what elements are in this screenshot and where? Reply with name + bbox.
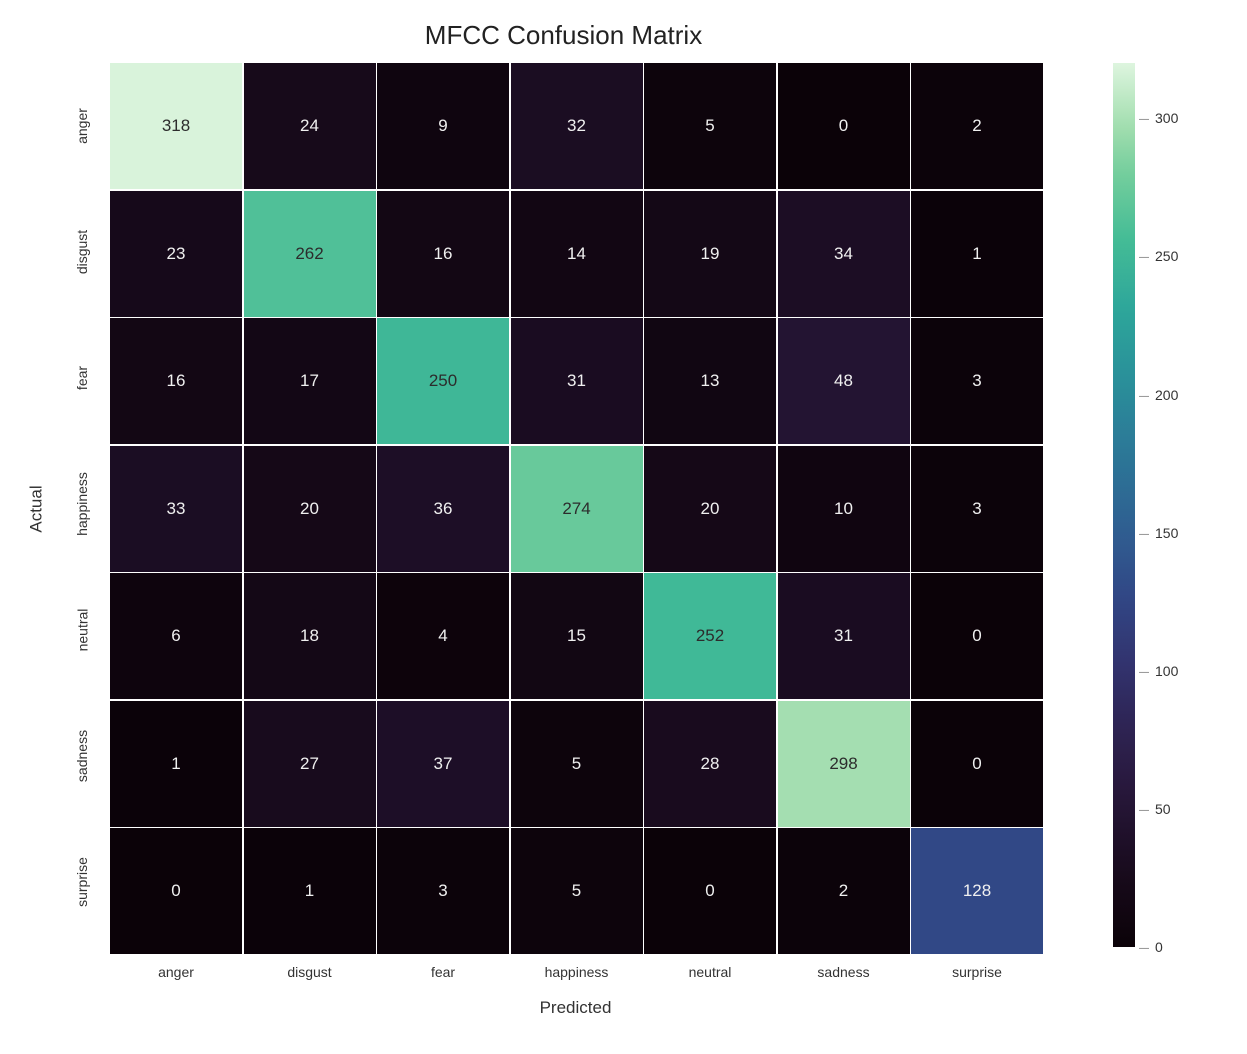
- heatmap-cell: 34: [778, 191, 910, 317]
- heatmap-cell: 5: [511, 828, 643, 954]
- heatmap-cell: 18: [244, 573, 376, 699]
- heatmap-cell: 1: [911, 191, 1043, 317]
- heatmap-cell: 0: [911, 701, 1043, 827]
- colorbar-tick: 0: [1139, 939, 1163, 955]
- heatmap-cell: 1: [110, 701, 242, 827]
- heatmap-cell: 31: [511, 318, 643, 444]
- heatmap-cell: 9: [377, 63, 509, 189]
- heatmap-cell: 274: [511, 446, 643, 572]
- heatmap-cell: 48: [778, 318, 910, 444]
- heatmap-cell: 0: [644, 828, 776, 954]
- heatmap-cell: 298: [778, 701, 910, 827]
- heatmap-cell: 0: [778, 63, 910, 189]
- confusion-matrix-chart: MFCC Confusion Matrix Actual angerdisgus…: [20, 20, 1227, 1018]
- heatmap-cell: 20: [244, 446, 376, 572]
- heatmap-cell: 3: [911, 446, 1043, 572]
- x-axis-label: Predicted: [110, 998, 1041, 1018]
- heatmap-cell: 1: [244, 828, 376, 954]
- colorbar-ticks: 050100150200250300: [1135, 63, 1205, 947]
- heatmap-grid: 3182493250223262161419341161725031134833…: [110, 63, 1043, 954]
- heatmap-cell: 2: [911, 63, 1043, 189]
- y-tick: happiness: [54, 441, 110, 567]
- x-tick: neutral: [644, 954, 776, 980]
- x-tick: fear: [377, 954, 509, 980]
- heatmap-cell: 17: [244, 318, 376, 444]
- x-tick-labels: angerdisgustfearhappinessneutralsadnesss…: [110, 954, 1227, 980]
- heatmap-cell: 32: [511, 63, 643, 189]
- heatmap-cell: 5: [511, 701, 643, 827]
- colorbar-tick: 100: [1139, 663, 1178, 679]
- heatmap-cell: 37: [377, 701, 509, 827]
- colorbar-gradient: [1113, 63, 1135, 947]
- heatmap-cell: 20: [644, 446, 776, 572]
- heatmap-cell: 15: [511, 573, 643, 699]
- heatmap-cell: 24: [244, 63, 376, 189]
- heatmap-cell: 2: [778, 828, 910, 954]
- heatmap-cell: 6: [110, 573, 242, 699]
- heatmap-cell: 27: [244, 701, 376, 827]
- heatmap-cell: 252: [644, 573, 776, 699]
- x-tick: surprise: [911, 954, 1043, 980]
- x-tick: disgust: [244, 954, 376, 980]
- colorbar-tick: 200: [1139, 387, 1178, 403]
- plot-area: Actual angerdisgustfearhappinessneutrals…: [20, 63, 1227, 954]
- heatmap-cell: 16: [377, 191, 509, 317]
- heatmap-cell: 36: [377, 446, 509, 572]
- heatmap-cell: 128: [911, 828, 1043, 954]
- heatmap-cell: 318: [110, 63, 242, 189]
- heatmap-cell: 3: [911, 318, 1043, 444]
- colorbar-tick: 300: [1139, 110, 1178, 126]
- y-tick: fear: [54, 315, 110, 441]
- heatmap-cell: 31: [778, 573, 910, 699]
- heatmap-cell: 0: [110, 828, 242, 954]
- heatmap-cell: 13: [644, 318, 776, 444]
- heatmap-cell: 19: [644, 191, 776, 317]
- y-tick: sadness: [54, 693, 110, 819]
- heatmap-cell: 3: [377, 828, 509, 954]
- colorbar-tick: 50: [1139, 801, 1171, 817]
- y-tick: anger: [54, 63, 110, 189]
- heatmap-cell: 5: [644, 63, 776, 189]
- x-tick: anger: [110, 954, 242, 980]
- heatmap-cell: 33: [110, 446, 242, 572]
- x-tick: sadness: [778, 954, 910, 980]
- heatmap-cell: 250: [377, 318, 509, 444]
- y-axis-label-wrap: Actual: [20, 63, 54, 954]
- colorbar-tick: 250: [1139, 248, 1178, 264]
- x-tick: happiness: [511, 954, 643, 980]
- colorbar-tick: 150: [1139, 525, 1178, 541]
- y-axis-label: Actual: [27, 485, 47, 532]
- heatmap-cell: 0: [911, 573, 1043, 699]
- y-tick: disgust: [54, 189, 110, 315]
- y-tick-labels: angerdisgustfearhappinessneutralsadnesss…: [54, 63, 110, 954]
- y-tick: neutral: [54, 567, 110, 693]
- heatmap-cell: 4: [377, 573, 509, 699]
- heatmap-cell: 14: [511, 191, 643, 317]
- colorbar: 0 50 100 150 200 250 300: [1093, 63, 1205, 954]
- heatmap-cell: 10: [778, 446, 910, 572]
- heatmap-cell: 16: [110, 318, 242, 444]
- chart-title: MFCC Confusion Matrix: [20, 20, 1227, 51]
- heatmap-cell: 23: [110, 191, 242, 317]
- heatmap-cell: 262: [244, 191, 376, 317]
- y-tick: surprise: [54, 819, 110, 945]
- heatmap-cell: 28: [644, 701, 776, 827]
